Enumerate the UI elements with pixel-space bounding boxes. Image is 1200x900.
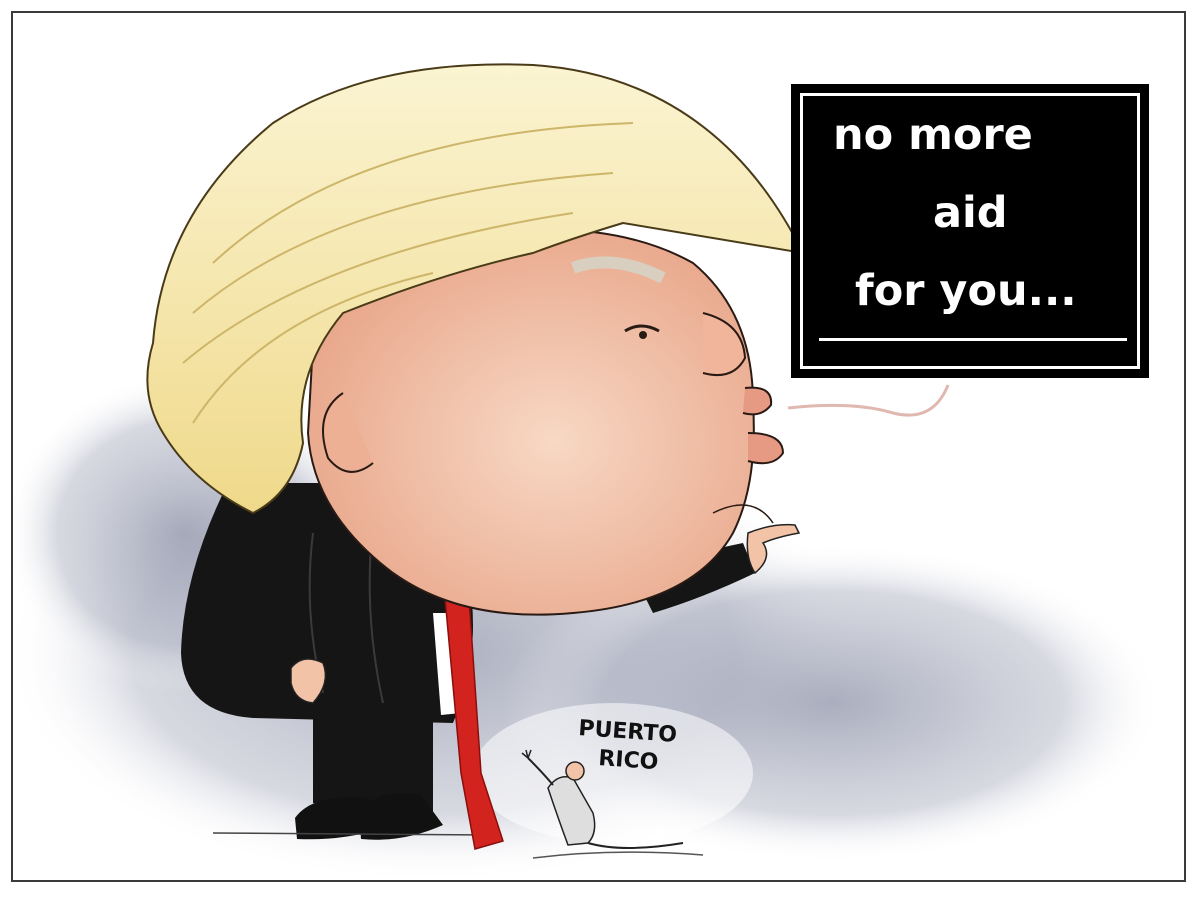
breath-wisp — [787, 384, 950, 417]
caption-line-1: no more — [833, 110, 1033, 160]
figure-label-line2: RICO — [598, 746, 660, 775]
caption-underline — [819, 338, 1127, 341]
caption-box: no more aid for you... — [791, 84, 1149, 378]
caption-line-3: for you... — [855, 266, 1077, 316]
caption-line-2: aid — [933, 188, 1008, 238]
cartoon-page: PUERTO RICO no more aid for you... — [0, 0, 1200, 900]
caption-border: no more aid for you... — [800, 93, 1140, 369]
